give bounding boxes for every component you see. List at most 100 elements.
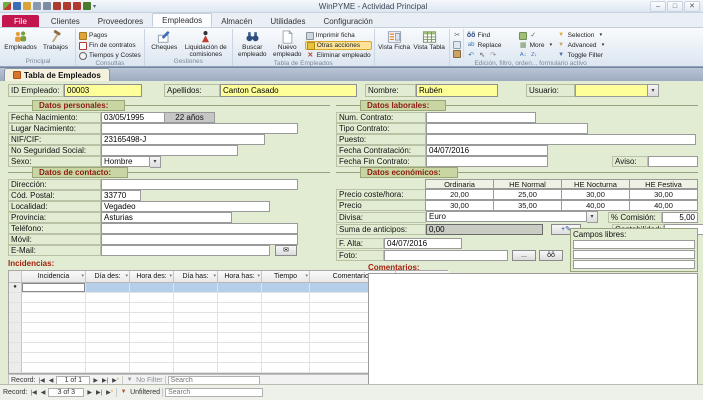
campo-libre-field-1[interactable]	[573, 240, 695, 249]
copy-icon[interactable]	[453, 41, 461, 49]
incidencia-cell[interactable]	[22, 293, 86, 303]
coste-he-normal-field[interactable]: 25,00	[493, 189, 562, 200]
incidencia-cell[interactable]	[262, 303, 310, 313]
otras-acciones-button[interactable]: Otras acciones	[305, 41, 372, 50]
tab-file[interactable]: File	[2, 15, 39, 27]
incidencia-cell[interactable]	[130, 363, 174, 373]
next-record-button[interactable]: ▶	[86, 389, 93, 396]
incidencia-cell[interactable]	[262, 353, 310, 363]
pagos-button[interactable]: Pagos	[78, 31, 142, 40]
col-dia-desde[interactable]: Día des:▾	[86, 271, 130, 283]
incidencia-cell[interactable]	[174, 363, 218, 373]
select-pointer-icon[interactable]: ⇖	[478, 51, 487, 60]
fin-de-contratos-button[interactable]: Fin de contratos	[78, 41, 142, 50]
incidencia-cell[interactable]	[174, 303, 218, 313]
incidencia-cell[interactable]	[22, 363, 86, 373]
col-hora-hasta[interactable]: Hora has:▾	[218, 271, 262, 283]
lugar-nacimiento-field[interactable]	[101, 123, 298, 134]
incidencia-cell[interactable]	[86, 363, 130, 373]
filter-state[interactable]: Unfiltered	[130, 389, 160, 396]
fecha-contratacion-field[interactable]	[426, 145, 548, 156]
record-selector-cell[interactable]	[9, 303, 22, 313]
nuevo-empleado-button[interactable]: Nuevo empleado	[270, 29, 305, 58]
first-record-button[interactable]: |◀	[30, 389, 38, 396]
incidencia-cell[interactable]	[130, 283, 174, 293]
spellcheck-icon[interactable]: ✓	[529, 31, 538, 40]
undo-icon[interactable]: ↶	[467, 51, 476, 60]
design-icon[interactable]	[33, 2, 41, 10]
incidencia-cell[interactable]	[218, 313, 262, 323]
sort-arrow-icon[interactable]: ▾	[213, 271, 216, 282]
record-selector-cell[interactable]	[9, 343, 22, 353]
first-record-button[interactable]: |◀	[38, 377, 46, 384]
incidencia-cell[interactable]	[130, 343, 174, 353]
new-record-button[interactable]: ▶*	[105, 389, 114, 396]
campo-libre-field-3[interactable]	[573, 260, 695, 269]
toggle-filter-button[interactable]: ▼Toggle Filter	[556, 51, 610, 60]
sexo-dropdown-arrow[interactable]: ▾	[150, 156, 161, 168]
sort-ascending-icon[interactable]: A↓	[519, 51, 528, 60]
liquidacion-comisiones-button[interactable]: Liquidación de comisiones	[182, 29, 230, 58]
aviso-field[interactable]	[648, 156, 698, 167]
record-selector-cell[interactable]	[9, 333, 22, 343]
eliminar-empleado-button[interactable]: ✕Eliminar empleado	[305, 51, 372, 60]
previous-record-button[interactable]: ◀	[48, 377, 55, 384]
f-alta-field[interactable]	[384, 238, 462, 249]
incidencia-cell[interactable]	[22, 303, 86, 313]
email-field[interactable]	[101, 245, 270, 256]
incidencia-cell[interactable]	[22, 313, 86, 323]
incidencia-cell[interactable]	[262, 283, 310, 293]
fact-he-normal-field[interactable]: 35,00	[493, 200, 562, 211]
report-icon-3[interactable]	[73, 2, 81, 10]
tab-clientes[interactable]: Clientes	[42, 15, 89, 27]
redo-icon[interactable]: ↷	[489, 51, 498, 60]
run-icon[interactable]	[83, 2, 91, 10]
incidencia-cell[interactable]	[218, 363, 262, 373]
sort-arrow-icon[interactable]: ▾	[257, 271, 260, 282]
incidencia-cell[interactable]	[130, 323, 174, 333]
incidencia-cell[interactable]	[218, 323, 262, 333]
provincia-field[interactable]	[101, 212, 232, 223]
record-selector-cell[interactable]	[9, 323, 22, 333]
datasheet-icon[interactable]	[43, 2, 51, 10]
record-selector-cell[interactable]: ●	[9, 283, 22, 293]
vista-ficha-button[interactable]: Vista Ficha	[377, 29, 412, 51]
incidencia-cell[interactable]	[174, 353, 218, 363]
incidencia-cell[interactable]	[86, 353, 130, 363]
suma-anticipos-field[interactable]	[426, 224, 543, 235]
num-contrato-field[interactable]	[426, 112, 536, 123]
incidencia-cell[interactable]	[174, 333, 218, 343]
record-selector-cell[interactable]	[9, 353, 22, 363]
incidencia-cell[interactable]	[262, 313, 310, 323]
incidencia-cell[interactable]	[174, 293, 218, 303]
main-search-input[interactable]	[165, 388, 263, 397]
incidencia-cell[interactable]	[86, 343, 130, 353]
incidencia-cell[interactable]	[174, 323, 218, 333]
replace-button[interactable]: abReplace	[466, 41, 518, 50]
incidencia-cell[interactable]	[86, 303, 130, 313]
previous-record-button[interactable]: ◀	[40, 389, 47, 396]
tab-utilidades[interactable]: Utilidades	[261, 15, 314, 27]
incidencia-cell[interactable]	[218, 333, 262, 343]
next-record-button[interactable]: ▶	[92, 377, 99, 384]
incidencia-cell[interactable]	[22, 343, 86, 353]
minimize-button[interactable]: –	[650, 1, 666, 12]
fact-he-festiva-field[interactable]: 40,00	[629, 200, 698, 211]
incidencia-cell[interactable]	[86, 323, 130, 333]
incidencia-cell[interactable]	[262, 333, 310, 343]
nombre-field[interactable]	[416, 84, 498, 97]
record-selector-cell[interactable]	[9, 313, 22, 323]
apellidos-field[interactable]	[220, 84, 357, 97]
foto-view-button[interactable]: ôô	[539, 250, 563, 261]
sort-arrow-icon[interactable]: ▾	[125, 271, 128, 282]
document-tab-tabla-de-empleados[interactable]: Tabla de Empleados	[4, 68, 110, 81]
incidencia-cell[interactable]	[174, 313, 218, 323]
incidencia-cell[interactable]	[262, 343, 310, 353]
record-selector-cell[interactable]	[9, 363, 22, 373]
incidencia-cell[interactable]	[130, 333, 174, 343]
sort-descending-icon[interactable]: Z↓	[530, 51, 539, 60]
filter-state[interactable]: No Filter	[136, 377, 162, 384]
buscar-empleado-button[interactable]: Buscar empleado	[235, 29, 270, 58]
incidencia-cell[interactable]	[86, 313, 130, 323]
foto-browse-button[interactable]: ...	[512, 250, 536, 261]
